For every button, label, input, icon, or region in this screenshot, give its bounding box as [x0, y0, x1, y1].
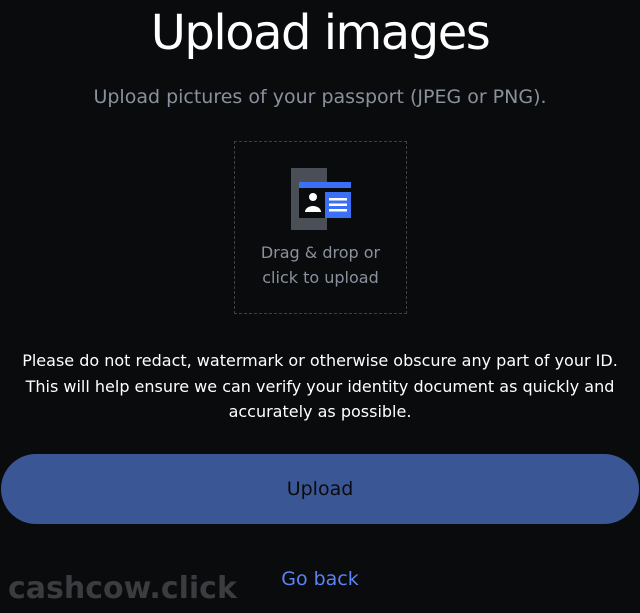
dropzone-line-2: click to upload [262, 268, 379, 287]
notice-line-2: This will help ensure we can verify your… [25, 376, 615, 396]
go-back-link[interactable]: Go back [0, 567, 640, 591]
page-title: Upload images [150, 5, 491, 61]
id-notice: Please do not redact, watermark or other… [0, 348, 640, 425]
notice-line-3: accurately as possible. [228, 402, 412, 421]
dropzone-instructions: Drag & drop or click to upload [235, 240, 406, 290]
upload-dropzone[interactable]: Drag & drop or click to upload [234, 141, 407, 314]
notice-line-1: Please do not redact, watermark or other… [22, 351, 618, 370]
id-card-icon [291, 168, 351, 230]
page-subtitle: Upload pictures of your passport (JPEG o… [93, 86, 547, 108]
dropzone-line-1: Drag & drop or [260, 243, 381, 262]
upload-button[interactable]: Upload [1, 454, 639, 524]
